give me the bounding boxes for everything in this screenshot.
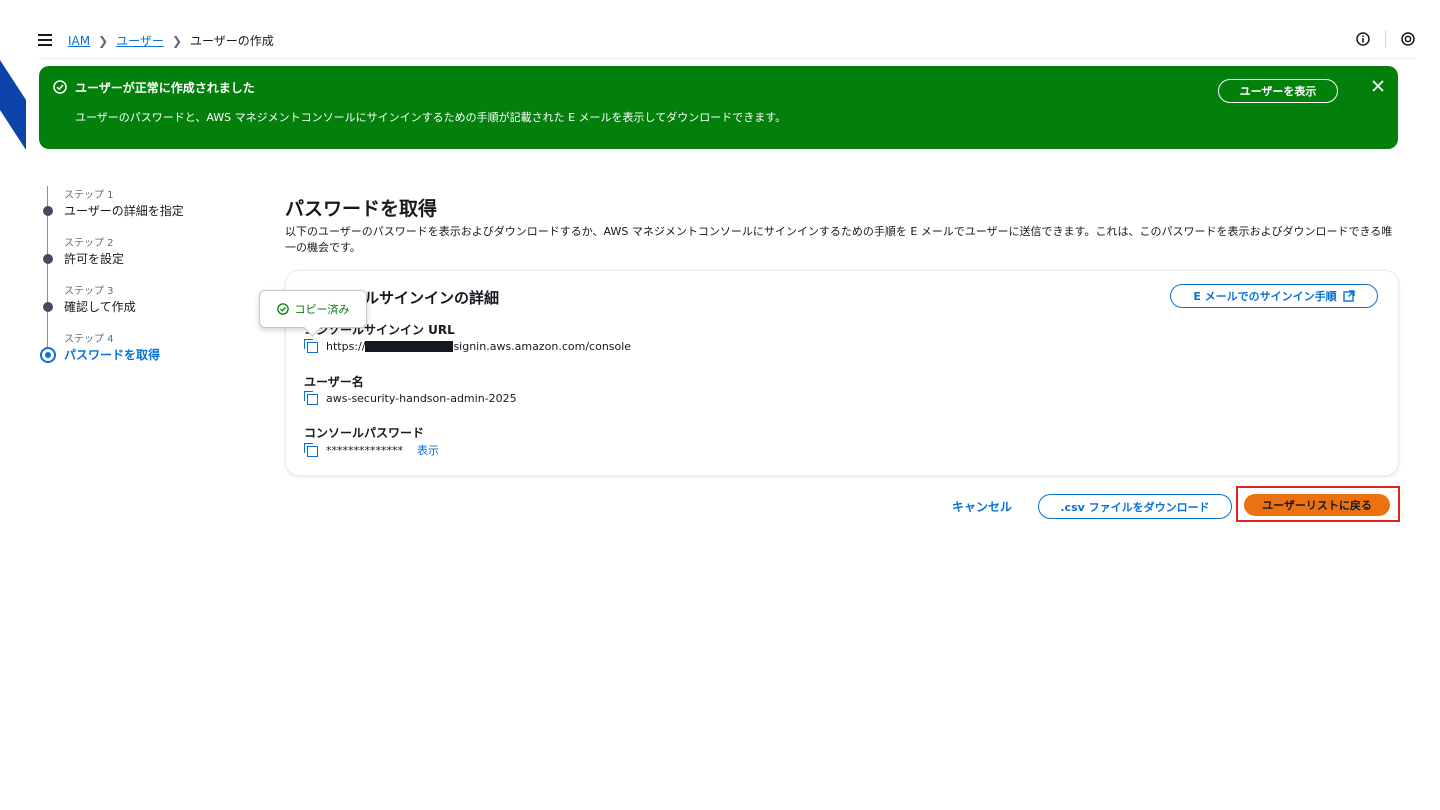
- notification-icon[interactable]: [1400, 31, 1416, 47]
- tooltip-text: コピー済み: [294, 303, 350, 316]
- username-label: ユーザー名: [304, 375, 364, 389]
- signin-url-value: https://signin.aws.amazon.com/console: [326, 339, 632, 353]
- email-button-label: E メールでのサインイン手順: [1193, 290, 1337, 303]
- flash-message: ユーザーのパスワードと、AWS マネジメントコンソールにサインインするための手順…: [75, 111, 787, 124]
- flash-title: ユーザーが正常に作成されました: [75, 81, 255, 95]
- signin-url-row: https://signin.aws.amazon.com/console: [304, 339, 631, 353]
- step-number: ステップ 4: [64, 334, 114, 345]
- chevron-right-icon: ❯: [171, 33, 182, 48]
- decorative-corner-shape: [0, 60, 26, 150]
- password-label: コンソールパスワード: [304, 426, 425, 440]
- breadcrumb-current: ユーザーの作成: [190, 34, 274, 48]
- download-csv-button[interactable]: .csv ファイルをダウンロード: [1038, 494, 1232, 519]
- divider: [1385, 30, 1386, 48]
- top-navigation-bar: IAM ❯ ユーザー ❯ ユーザーの作成: [38, 28, 1416, 59]
- step-label: 許可を設定: [64, 252, 125, 266]
- chevron-right-icon: ❯: [98, 33, 109, 48]
- close-icon[interactable]: [1370, 78, 1386, 94]
- step-label: ユーザーの詳細を指定: [64, 204, 184, 218]
- email-signin-instructions-button[interactable]: E メールでのサインイン手順: [1170, 284, 1378, 308]
- step-number: ステップ 2: [64, 238, 114, 249]
- step-3[interactable]: ステップ 3 確認して作成: [40, 282, 240, 330]
- breadcrumb-iam[interactable]: IAM: [68, 34, 90, 48]
- copied-tooltip: コピー済み: [259, 290, 367, 328]
- step-label: 確認して作成: [64, 300, 136, 314]
- username-value: aws-security-handson-admin-2025: [326, 391, 517, 405]
- view-user-button[interactable]: ユーザーを表示: [1218, 79, 1338, 103]
- cancel-button[interactable]: キャンセル: [940, 494, 1024, 518]
- info-icon[interactable]: [1355, 31, 1371, 47]
- step-dot: [43, 206, 53, 216]
- check-circle-icon: [276, 303, 289, 315]
- wizard-steps: ステップ 1 ユーザーの詳細を指定 ステップ 2 許可を設定 ステップ 3 確認…: [40, 186, 240, 378]
- password-masked: **************: [326, 443, 403, 457]
- check-circle-icon: [53, 80, 67, 94]
- step-dot: [43, 254, 53, 264]
- step-number: ステップ 3: [64, 286, 114, 297]
- step-2[interactable]: ステップ 2 許可を設定: [40, 234, 240, 282]
- breadcrumb-users[interactable]: ユーザー: [116, 32, 164, 49]
- show-password-link[interactable]: 表示: [417, 442, 439, 458]
- external-link-icon: [1342, 290, 1355, 302]
- step-dot: [43, 302, 53, 312]
- highlight-box: ユーザーリストに戻る: [1236, 486, 1400, 522]
- copy-icon[interactable]: [304, 443, 318, 457]
- page-title: パスワードを取得: [285, 198, 438, 220]
- console-signin-details-card: コンソールサインインの詳細 E メールでのサインイン手順 コンソールサインイン …: [285, 270, 1399, 476]
- step-dot-active: [40, 347, 56, 363]
- step-label: パスワードを取得: [64, 348, 161, 362]
- success-flash-banner: ユーザーが正常に作成されました ユーザーのパスワードと、AWS マネジメントコン…: [39, 66, 1398, 149]
- step-4-current: ステップ 4 パスワードを取得: [40, 330, 240, 378]
- copy-icon[interactable]: [304, 391, 318, 405]
- breadcrumb: IAM ❯ ユーザー ❯ ユーザーの作成: [68, 32, 274, 49]
- username-row: aws-security-handson-admin-2025: [304, 391, 517, 405]
- password-row: ************** 表示: [304, 442, 439, 458]
- page-description: 以下のユーザーのパスワードを表示およびダウンロードするか、AWS マネジメントコ…: [285, 225, 1393, 254]
- step-number: ステップ 1: [64, 190, 114, 201]
- redacted-account-id: [365, 341, 454, 352]
- step-1[interactable]: ステップ 1 ユーザーの詳細を指定: [40, 186, 240, 234]
- copy-icon[interactable]: [304, 339, 318, 353]
- return-to-user-list-button[interactable]: ユーザーリストに戻る: [1244, 494, 1390, 516]
- top-right-icons: [1355, 30, 1416, 48]
- hamburger-menu-icon[interactable]: [38, 34, 52, 46]
